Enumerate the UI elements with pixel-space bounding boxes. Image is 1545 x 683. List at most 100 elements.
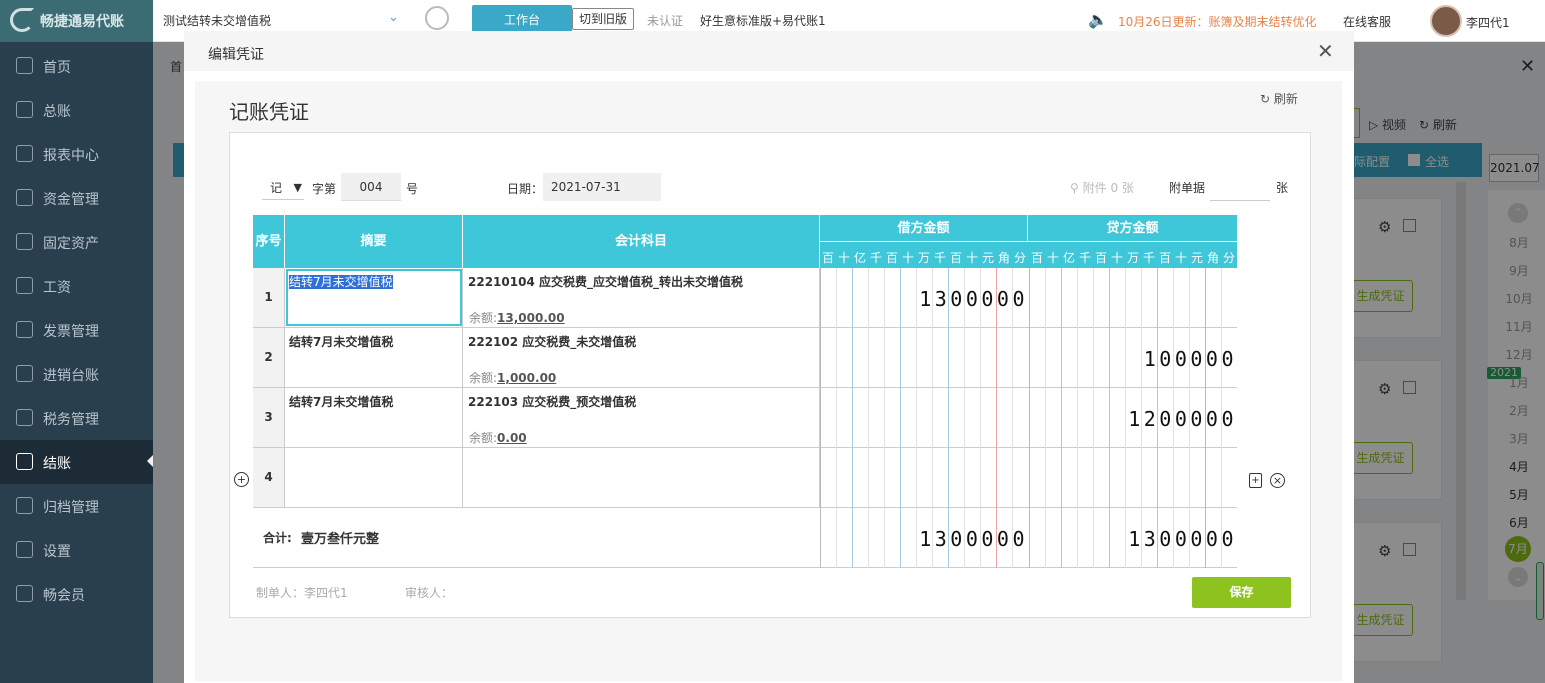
digit-unit-header: 百 (821, 251, 834, 265)
document-icon[interactable] (425, 6, 449, 30)
sidebar-item[interactable]: 税务管理 (0, 396, 153, 440)
page-title: 记账凭证 (229, 100, 309, 124)
sidebar-item-label: 固定资产 (43, 236, 99, 252)
close-icon[interactable]: ✕ (1317, 39, 1334, 63)
user-name[interactable]: 李四代1 (1466, 14, 1510, 31)
digit-unit-header: 十 (1110, 251, 1123, 265)
modal-header: 编辑凭证 ✕ (184, 31, 1354, 71)
digit-grid-line (884, 268, 885, 568)
digit-unit-header: 亿 (853, 251, 866, 265)
digit-grid-line (1141, 268, 1142, 568)
digit-grid-line (1221, 268, 1222, 568)
digit-grid-line (1029, 268, 1030, 568)
balance-text: 余额:13,000.00 (469, 311, 565, 325)
plan-name: 好生意标准版+易代账1 (700, 14, 826, 28)
paperclip-icon: ⚲ (1070, 181, 1079, 195)
online-service-link[interactable]: 在线客服 (1343, 13, 1391, 30)
certification-status: 未认证 (647, 14, 684, 28)
save-button[interactable]: 保存 (1192, 577, 1291, 608)
summary-cell[interactable] (285, 448, 463, 507)
digit-grid-line (1125, 268, 1126, 568)
date-input[interactable]: 2021-07-31 (543, 173, 661, 201)
voucher-type-value: 记 (270, 181, 283, 195)
sidebar-item[interactable]: 畅会员 (0, 572, 153, 616)
summary-cell[interactable]: 结转7月未交增值税 (285, 328, 463, 387)
copy-row-icon[interactable]: + (1249, 473, 1262, 488)
sidebar-item-label: 首页 (43, 60, 71, 76)
gear-icon (16, 541, 33, 558)
voucher-card: 记 ▼ 字第 004 号 日期： 2021-07-31 ⚲ 附件 0 张 附单据 … (229, 132, 1311, 618)
attachment-link[interactable]: ⚲ 附件 0 张 (1070, 179, 1134, 196)
archive-icon (16, 497, 33, 514)
voucher-number-input[interactable]: 004 (341, 173, 401, 201)
row-seq: 4 (253, 448, 285, 507)
summary-cell[interactable]: 结转7月未交增值税 (285, 268, 463, 327)
summary-text[interactable]: 结转7月未交增值税 (289, 275, 393, 289)
sidebar-item[interactable]: 结账 (0, 440, 153, 484)
digit-unit-header: 元 (981, 251, 994, 265)
total-row: 合计: 壹万叁仟元整 (253, 508, 1237, 568)
sidebar-item-label: 设置 (43, 544, 71, 560)
digit-unit-header: 亿 (1062, 251, 1075, 265)
attached-docs-input[interactable] (1210, 173, 1270, 201)
sidebar-item-label: 资金管理 (43, 192, 99, 208)
inventory-icon (16, 365, 33, 382)
digit-unit-header: 千 (933, 251, 946, 265)
sidebar-item[interactable]: 设置 (0, 528, 153, 572)
sidebar-item[interactable]: 总账 (0, 88, 153, 132)
voucher-type-select[interactable]: 记 ▼ (262, 176, 304, 200)
sidebar-item[interactable]: 归档管理 (0, 484, 153, 528)
sidebar-item[interactable]: 工资 (0, 264, 153, 308)
home-icon (16, 57, 33, 74)
digit-unit-header: 角 (997, 251, 1010, 265)
digit-grid-line (900, 268, 901, 568)
digit-unit-header: 分 (1222, 251, 1235, 265)
checker-info: 审核人： (405, 586, 454, 600)
add-row-icon[interactable]: + (234, 472, 249, 487)
logo[interactable]: 畅捷通易代账 (0, 0, 153, 42)
sidebar-item[interactable]: 首页 (0, 44, 153, 88)
summary-cell[interactable]: 结转7月未交增值税 (285, 388, 463, 447)
digit-unit-header: 万 (917, 251, 930, 265)
column-debit: 借方金额 (820, 215, 1028, 242)
total-label: 合计: (263, 531, 292, 545)
delete-row-icon[interactable]: × (1270, 473, 1285, 488)
sidebar-item[interactable]: 发票管理 (0, 308, 153, 352)
digit-grid-line (1189, 268, 1190, 568)
checkout-icon (16, 453, 33, 470)
logo-text: 畅捷通易代账 (40, 14, 124, 30)
invoice-icon (16, 321, 33, 338)
sidebar: 畅捷通易代账 首页总账 报表中心资金管理固定资产工资 发票管理 进销台账 税务管理 结账归… (0, 0, 153, 683)
update-notice[interactable]: 10月26日更新：账簿及期末结转优化 (1118, 13, 1317, 30)
vip-icon (16, 585, 33, 602)
caret-down-icon: ▼ (293, 181, 302, 194)
digit-grid-line (836, 268, 837, 568)
digit-grid-line (932, 268, 933, 568)
digit-unit-header: 百 (1094, 251, 1107, 265)
sidebar-item[interactable]: 资金管理 (0, 176, 153, 220)
switch-old-version-button[interactable]: 切到旧版 (572, 8, 635, 30)
digit-grid-line (1173, 268, 1174, 568)
digit-grid-line (964, 268, 965, 568)
sidebar-item[interactable]: 进销台账 (0, 352, 153, 396)
table-row: 4 (253, 448, 1237, 508)
refresh-button[interactable]: ↻ 刷新 (1260, 90, 1298, 107)
balance-text: 余额:1,000.00 (469, 371, 557, 385)
company-selector[interactable]: 测试结转未交增值税 (163, 12, 271, 29)
digit-unit-header: 十 (1174, 251, 1187, 265)
total-amount-text: 壹万叁仟元整 (301, 532, 380, 547)
table-row: 1 结转7月未交增值税 22210104 应交税费_应交增值税_转出未交增值税 … (253, 268, 1237, 328)
chevron-down-icon[interactable]: ⌄ (388, 10, 399, 25)
column-seq: 序号 (253, 215, 285, 268)
account-cell[interactable] (463, 448, 820, 507)
digit-unit-header: 十 (901, 251, 914, 265)
voucher-table: 序号 摘要 会计科目 借方金额 贷方金额 1 结转7月未交增值税 2221010… (253, 215, 1237, 568)
sidebar-item[interactable]: 报表中心 (0, 132, 153, 176)
avatar[interactable] (1430, 5, 1462, 37)
sidebar-item[interactable]: 固定资产 (0, 220, 153, 264)
edit-voucher-modal: 编辑凭证 ✕ 记账凭证 ↻ 刷新 记 ▼ 字第 004 号 日期： 2021-07… (184, 31, 1354, 683)
refresh-icon: ↻ (1260, 92, 1271, 106)
digit-grid-line (852, 268, 853, 568)
digit-unit-header: 分 (1013, 251, 1026, 265)
row-seq: 2 (253, 328, 285, 387)
